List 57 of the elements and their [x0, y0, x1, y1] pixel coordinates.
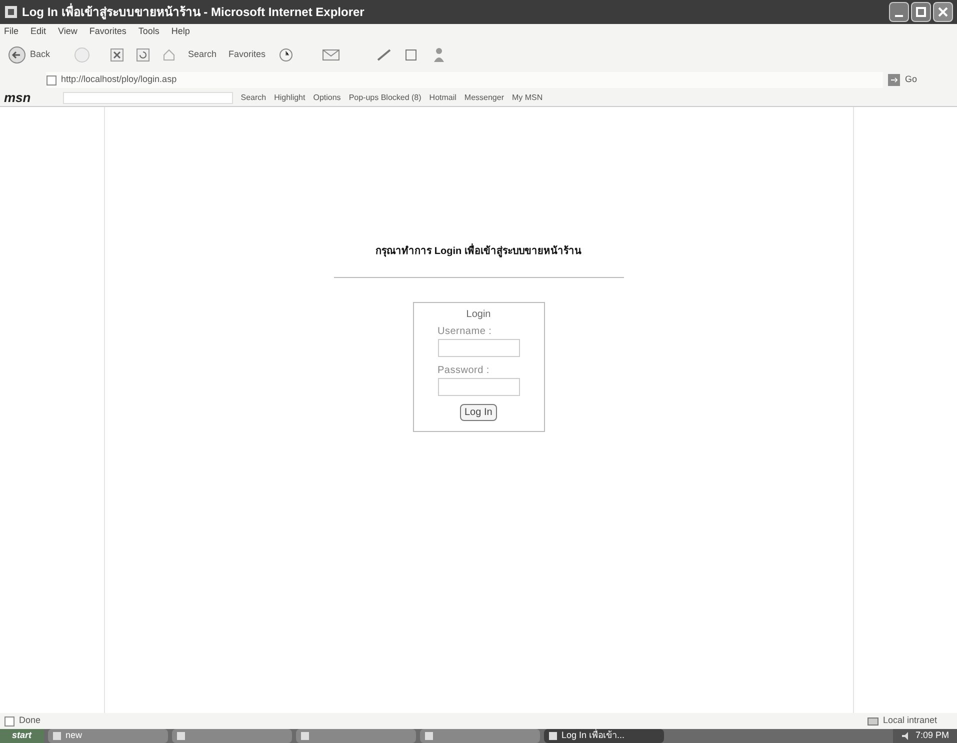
window-icon [176, 731, 186, 741]
input-field[interactable] [438, 378, 520, 396]
menu-item[interactable]: View [58, 25, 78, 39]
address-field[interactable]: http://localhost/ploy/login.asp [46, 72, 883, 88]
taskbar-button[interactable] [172, 729, 292, 743]
page-icon [46, 74, 57, 86]
msn-search-field[interactable] [62, 92, 233, 104]
start-button[interactable]: start [0, 729, 44, 743]
minimize-icon [895, 15, 903, 17]
login-title: Login [466, 308, 492, 322]
mail-icon[interactable] [322, 48, 340, 62]
menu-item[interactable]: Favorites [89, 25, 126, 39]
home-icon[interactable] [162, 48, 176, 62]
menu-item[interactable]: Help [171, 25, 190, 39]
back-button[interactable]: Back [8, 46, 50, 64]
taskbar-button[interactable] [296, 729, 416, 743]
popups-blocked-button[interactable]: Pop-ups Blocked (8) [348, 92, 422, 104]
window-icon [300, 731, 310, 741]
window-icon [52, 731, 62, 741]
window-icon [548, 731, 558, 741]
history-icon[interactable] [278, 47, 294, 63]
search-button[interactable]: Search [188, 48, 217, 62]
hotmail-button[interactable]: Hotmail [429, 92, 456, 104]
search-button[interactable]: Search [240, 92, 266, 104]
close-icon [938, 7, 948, 17]
taskbar-button[interactable]: Log In เพื่อเข้า... [544, 729, 664, 743]
stop-icon[interactable] [110, 48, 124, 62]
msn-logo: msn [4, 89, 31, 108]
taskbar-button[interactable]: new [48, 729, 168, 743]
refresh-icon[interactable] [136, 48, 150, 62]
zone-text: Local intranet [882, 714, 937, 728]
window-icon [424, 731, 434, 741]
minimize-button[interactable] [889, 2, 909, 22]
close-button[interactable] [933, 2, 953, 22]
menu-item[interactable]: Tools [138, 25, 160, 39]
messenger-icon[interactable] [432, 47, 446, 63]
highlight-button[interactable]: Highlight [274, 92, 306, 104]
my-msn-button[interactable]: My MSN [512, 92, 543, 104]
window-title: Log In เพื่อเข้าสู่ระบบขายหน้าร้าน - Microsoft Internet Explorer [22, 3, 364, 21]
status-text: Done [19, 714, 41, 728]
page-heading: กรุณาทำการ Login เพื่อเข้าสู่ระบบขายหน้าร้าน [376, 244, 582, 259]
clock: 7:09 PM [915, 729, 949, 742]
intranet-icon [866, 716, 879, 726]
options-button[interactable]: Options [313, 92, 341, 104]
field-label: Username : [438, 325, 492, 339]
favorites-button[interactable]: Favorites [228, 48, 266, 62]
maximize-button[interactable] [911, 2, 931, 22]
go-button[interactable]: Go [886, 73, 917, 87]
input-field[interactable] [438, 339, 520, 357]
page-done-icon [4, 716, 15, 726]
login-button[interactable]: Log In [460, 404, 498, 421]
maximize-icon [916, 7, 926, 17]
menu-item[interactable]: File [4, 25, 19, 39]
field-label: Password : [438, 364, 490, 378]
taskbar-button[interactable] [420, 729, 540, 743]
messenger-button[interactable]: Messenger [464, 92, 504, 104]
menu-item[interactable]: Edit [30, 25, 46, 39]
